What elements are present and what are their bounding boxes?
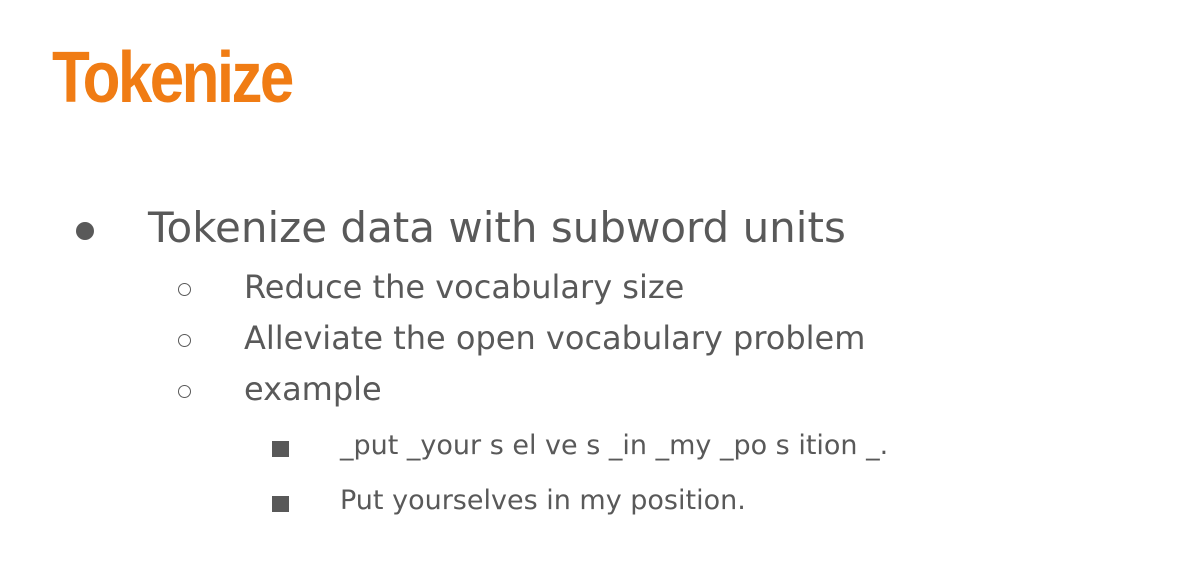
bullet-level2-text: Reduce the vocabulary size: [244, 268, 685, 306]
bullet-level2-item: Alleviate the open vocabulary problem: [244, 319, 865, 357]
bullet-level3-item: Put yourselves in my position.: [340, 485, 746, 516]
bullet-level2-item: Reduce the vocabulary size: [244, 268, 684, 306]
bullet-level3-text: Put yourselves in my position.: [340, 485, 746, 516]
bullet-level2-item: example: [244, 370, 382, 408]
bullet-dot: [76, 222, 94, 240]
bullet-level2-text: Alleviate the open vocabulary problem: [244, 319, 866, 357]
bullet-circle: [178, 334, 191, 347]
bullet-square: [272, 441, 289, 457]
bullet-square: [272, 496, 289, 512]
bullet-level1-item: Tokenize data with subword units: [148, 203, 846, 252]
bullet-level3-text: _put _your s el ve s _in _my _po s ition…: [340, 430, 889, 461]
bullet-level3-item: _put _your s el ve s _in _my _po s ition…: [340, 430, 888, 461]
slide-title: Tokenize: [52, 38, 294, 118]
bullet-circle: [178, 283, 191, 296]
bullet-level1-text: Tokenize data with subword units: [148, 203, 846, 252]
slide: Tokenize Tokenize data with subword unit…: [0, 0, 1182, 568]
bullet-level2-text: example: [244, 370, 382, 408]
bullet-circle: [178, 385, 191, 398]
